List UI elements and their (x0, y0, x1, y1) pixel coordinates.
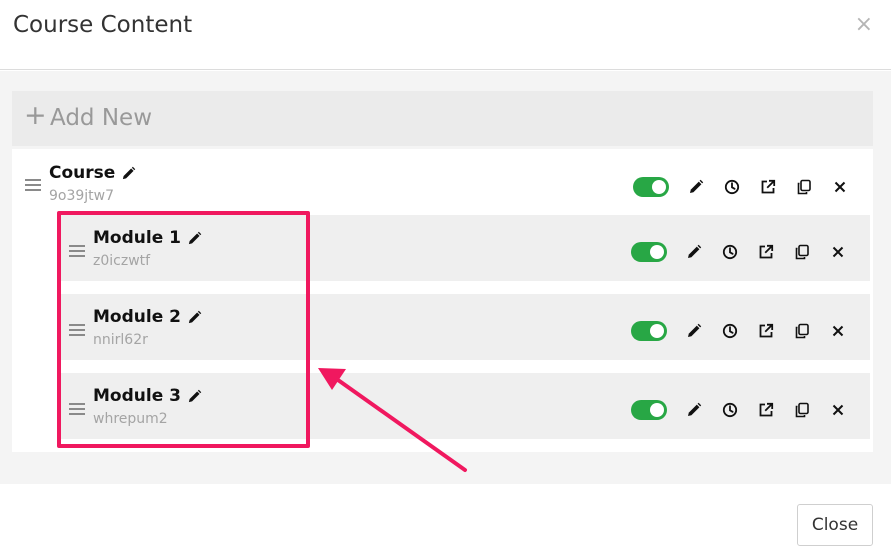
delete-close-icon[interactable] (820, 400, 856, 420)
external-link-icon[interactable] (748, 242, 784, 262)
module-id: whrepum2 (93, 411, 168, 427)
external-link-icon[interactable] (750, 177, 786, 197)
enable-toggle[interactable] (633, 177, 669, 197)
close-button[interactable]: Close (797, 504, 873, 546)
modal-body: + Add New Course 9o39jtw7 Module 1 z0icz… (0, 71, 891, 484)
add-new-button[interactable]: + Add New (12, 91, 873, 146)
module-row: Module 3 whrepum2 (57, 373, 870, 439)
external-link-icon[interactable] (748, 400, 784, 420)
external-link-icon[interactable] (748, 321, 784, 341)
content-tree: Course 9o39jtw7 Module 1 z0iczwtf Module… (12, 149, 873, 452)
edit-title-pencil-icon[interactable] (187, 231, 202, 246)
edit-pencil-icon[interactable] (678, 177, 714, 197)
edit-pencil-icon[interactable] (676, 321, 712, 341)
drag-handle-icon[interactable] (69, 403, 85, 416)
copy-icon[interactable] (784, 321, 820, 341)
module-row: Module 2 nnirl62r (57, 294, 870, 360)
modal-title: Course Content (13, 12, 193, 38)
modal-close-icon[interactable]: × (855, 14, 873, 36)
module-title: Module 2 (93, 307, 181, 327)
module-title: Module 3 (93, 386, 181, 406)
copy-icon[interactable] (786, 177, 822, 197)
course-id: 9o39jtw7 (49, 188, 115, 204)
module-row: Module 1 z0iczwtf (57, 215, 870, 281)
clock-icon[interactable] (714, 177, 750, 197)
module-id: nnirl62r (93, 332, 148, 348)
enable-toggle[interactable] (631, 321, 667, 341)
edit-title-pencil-icon[interactable] (187, 310, 202, 325)
add-new-label: Add New (50, 105, 153, 131)
module-title: Module 1 (93, 228, 181, 248)
enable-toggle[interactable] (631, 242, 667, 262)
clock-icon[interactable] (712, 321, 748, 341)
clock-icon[interactable] (712, 400, 748, 420)
edit-title-pencil-icon[interactable] (121, 166, 136, 181)
drag-handle-icon[interactable] (69, 245, 85, 258)
edit-title-pencil-icon[interactable] (187, 389, 202, 404)
drag-handle-icon[interactable] (25, 179, 41, 192)
copy-icon[interactable] (784, 400, 820, 420)
copy-icon[interactable] (784, 242, 820, 262)
delete-close-icon[interactable] (822, 177, 858, 197)
course-row: Course 9o39jtw7 (12, 149, 873, 215)
enable-toggle[interactable] (631, 400, 667, 420)
modal-footer: Close (0, 485, 891, 555)
edit-pencil-icon[interactable] (676, 242, 712, 262)
clock-icon[interactable] (712, 242, 748, 262)
drag-handle-icon[interactable] (69, 324, 85, 337)
delete-close-icon[interactable] (820, 321, 856, 341)
module-id: z0iczwtf (93, 253, 151, 269)
delete-close-icon[interactable] (820, 242, 856, 262)
edit-pencil-icon[interactable] (676, 400, 712, 420)
plus-icon: + (24, 100, 47, 131)
course-title: Course (49, 163, 116, 183)
modal-header: Course Content × (0, 0, 891, 70)
